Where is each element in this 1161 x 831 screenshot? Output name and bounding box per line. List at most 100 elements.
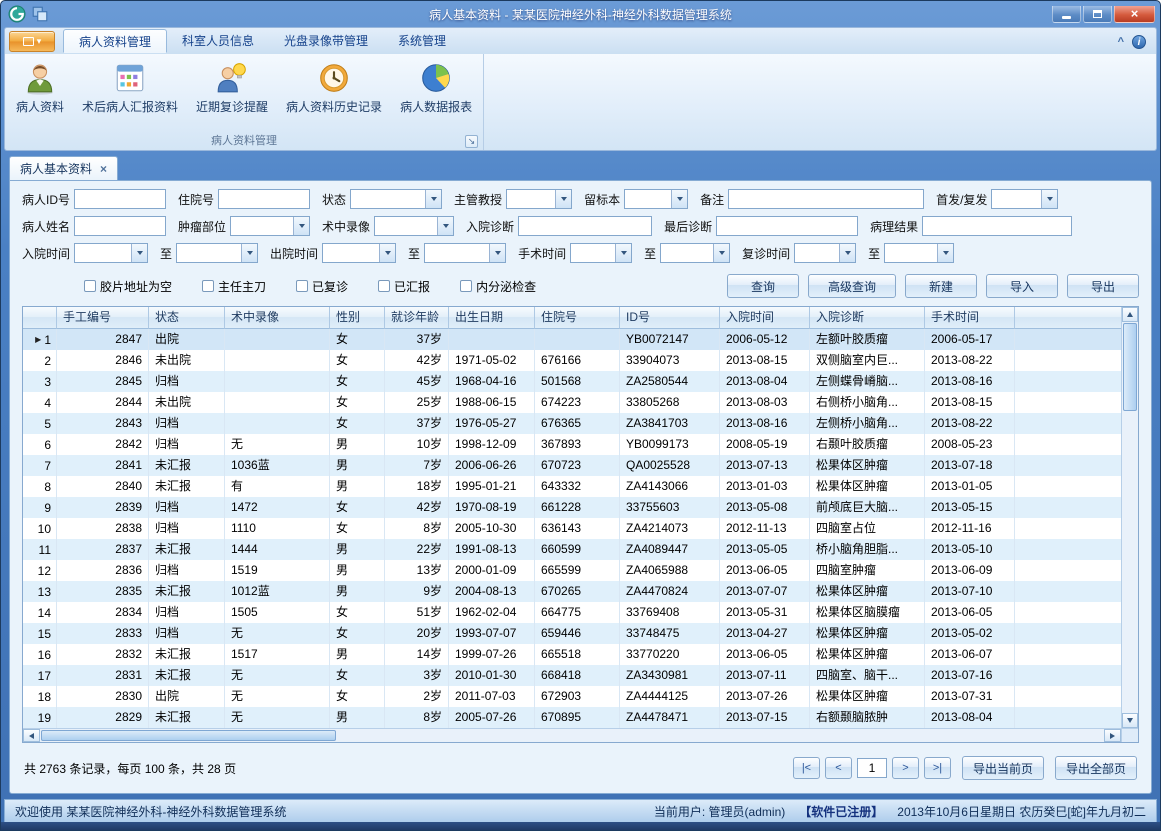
export-button[interactable]: 导出 — [1067, 274, 1139, 298]
chevron-down-icon[interactable] — [131, 244, 147, 262]
table-row[interactable]: 162832未汇报1517男14岁1999-07-266655183377022… — [23, 644, 1121, 665]
horizontal-scrollbar[interactable] — [23, 729, 1121, 742]
filter-input-remarks[interactable] — [728, 189, 924, 209]
query-button[interactable]: 查询 — [727, 274, 799, 298]
tab-department-staff[interactable]: 科室人员信息 — [167, 29, 269, 53]
filter-combo-followup-date-to[interactable] — [884, 243, 954, 263]
table-row[interactable]: 62842归档无男10岁1998-12-09367893YB0099173200… — [23, 434, 1121, 455]
filter-combo-surgery-date-to[interactable] — [660, 243, 730, 263]
column-header-intraop-video[interactable]: 术中录像 — [225, 307, 330, 329]
column-header-age-at-visit[interactable]: 就诊年龄 — [385, 307, 449, 329]
patient-report-chart-button[interactable]: 病人数据报表 — [391, 56, 481, 117]
page-number-input[interactable] — [857, 758, 887, 778]
dialog-launcher-icon[interactable]: ↘ — [465, 135, 478, 148]
maximize-button[interactable] — [1083, 6, 1112, 23]
vertical-scrollbar[interactable] — [1121, 307, 1138, 728]
column-header-manual-number[interactable]: 手工编号 — [57, 307, 149, 329]
vertical-scroll-thumb[interactable] — [1123, 323, 1137, 411]
table-row[interactable]: 132835未汇报1012蓝男9岁2004-08-13670265ZA44708… — [23, 581, 1121, 602]
table-row[interactable]: 32845归档女45岁1968-04-16501568ZA25805442013… — [23, 371, 1121, 392]
filter-input-admission-diagnosis[interactable] — [518, 216, 652, 236]
filter-combo-discharge-date-from[interactable] — [322, 243, 396, 263]
filter-input-final-diagnosis[interactable] — [716, 216, 858, 236]
chevron-down-icon[interactable] — [379, 244, 395, 262]
table-row[interactable]: 172831未汇报无女3岁2010-01-30668418ZA343098120… — [23, 665, 1121, 686]
checkbox-followed-up[interactable]: 已复诊 — [296, 278, 348, 295]
scroll-up-button[interactable] — [1122, 307, 1138, 322]
chevron-down-icon[interactable] — [615, 244, 631, 262]
column-header-admission-date[interactable]: 入院时间 — [720, 307, 810, 329]
chevron-down-icon[interactable] — [425, 190, 441, 208]
prev-page-button[interactable]: < — [825, 757, 852, 779]
filter-combo-admission-date-to[interactable] — [176, 243, 258, 263]
scroll-left-button[interactable] — [23, 729, 40, 742]
column-header-status[interactable]: 状态 — [149, 307, 225, 329]
table-row[interactable]: 122836归档1519男13岁2000-01-09665599ZA406598… — [23, 560, 1121, 581]
table-row[interactable]: 152833归档无女20岁1993-07-0765944633748475201… — [23, 623, 1121, 644]
chevron-down-icon[interactable] — [839, 244, 855, 262]
close-button[interactable]: × — [1114, 6, 1155, 23]
first-page-button[interactable]: |< — [793, 757, 820, 779]
table-row[interactable]: 82840未汇报有男18岁1995-01-21643332ZA414306620… — [23, 476, 1121, 497]
chevron-down-icon[interactable] — [437, 217, 453, 235]
filter-input-admission-number[interactable] — [218, 189, 310, 209]
tab-patient-basic-data[interactable]: 病人基本资料 × — [9, 156, 118, 180]
scroll-down-button[interactable] — [1122, 713, 1138, 728]
table-row[interactable]: 112837未汇报1444男22岁1991-08-13660599ZA40894… — [23, 539, 1121, 560]
column-header-id-number[interactable]: ID号 — [620, 307, 720, 329]
filter-input-pathology-result[interactable] — [922, 216, 1072, 236]
tab-close-icon[interactable]: × — [100, 163, 107, 175]
chevron-down-icon[interactable] — [671, 190, 687, 208]
filter-input-patient-name[interactable] — [74, 216, 166, 236]
followup-reminder-button[interactable]: 近期复诊提醒 — [187, 56, 277, 117]
patient-data-button[interactable]: 病人资料 — [7, 56, 73, 117]
minimize-button[interactable] — [1052, 6, 1081, 23]
chevron-down-icon[interactable] — [555, 190, 571, 208]
column-header-surgery-date[interactable]: 手术时间 — [925, 307, 1015, 329]
table-row[interactable]: 52843归档女37岁1976-05-27676365ZA38417032013… — [23, 413, 1121, 434]
column-header-row-indicator[interactable] — [23, 307, 57, 329]
table-row[interactable]: 142834归档1505女51岁1962-02-0466477533769408… — [23, 602, 1121, 623]
table-row[interactable]: 22846未出院女42岁1971-05-02676166339040732013… — [23, 350, 1121, 371]
filter-combo-status[interactable] — [350, 189, 442, 209]
horizontal-scroll-thumb[interactable] — [41, 730, 336, 741]
table-row[interactable]: 192829未汇报无男8岁2005-07-26670895ZA447847120… — [23, 707, 1121, 728]
export-current-page-button[interactable]: 导出当前页 — [962, 756, 1044, 780]
scroll-right-button[interactable] — [1104, 729, 1121, 742]
chevron-down-icon[interactable] — [1041, 190, 1057, 208]
column-header-gender[interactable]: 性别 — [330, 307, 385, 329]
app-logo-icon[interactable] — [8, 5, 26, 23]
filter-combo-specimen[interactable] — [624, 189, 688, 209]
postop-report-button[interactable]: 术后病人汇报资料 — [73, 56, 187, 117]
chevron-down-icon[interactable] — [241, 244, 257, 262]
filter-combo-first-or-recurrence[interactable] — [991, 189, 1058, 209]
export-all-pages-button[interactable]: 导出全部页 — [1055, 756, 1137, 780]
advanced-query-button[interactable]: 高级查询 — [808, 274, 896, 298]
checkbox-film-address-empty[interactable]: 胶片地址为空 — [84, 278, 172, 295]
checkbox-reported[interactable]: 已汇报 — [378, 278, 430, 295]
chevron-down-icon[interactable] — [713, 244, 729, 262]
tab-patient-data-management[interactable]: 病人资料管理 — [63, 29, 167, 53]
table-row[interactable]: 42844未出院女25岁1988-06-15674223338052682013… — [23, 392, 1121, 413]
quick-access-icon[interactable] — [31, 5, 49, 23]
new-button[interactable]: 新建 — [905, 274, 977, 298]
application-menu-button[interactable]: ▾ — [9, 31, 55, 52]
table-row[interactable]: 72841未汇报1036蓝男7岁2006-06-26670723QA002552… — [23, 455, 1121, 476]
checkbox-chief-surgeon[interactable]: 主任主刀 — [202, 278, 266, 295]
table-row[interactable]: 92839归档1472女42岁1970-08-19661228337556032… — [23, 497, 1121, 518]
table-row[interactable]: 102838归档1110女8岁2005-10-30636143ZA4214073… — [23, 518, 1121, 539]
tab-system-management[interactable]: 系统管理 — [383, 29, 461, 53]
import-button[interactable]: 导入 — [986, 274, 1058, 298]
chevron-down-icon[interactable] — [293, 217, 309, 235]
filter-combo-professor[interactable] — [506, 189, 572, 209]
filter-combo-followup-date-from[interactable] — [794, 243, 856, 263]
horizontal-scroll-track[interactable] — [40, 729, 1104, 742]
filter-combo-admission-date-from[interactable] — [74, 243, 148, 263]
table-row[interactable]: ▶12847出院女37岁YB00721472006-05-12左额叶胶质瘤200… — [23, 329, 1121, 350]
ribbon-collapse-icon[interactable]: ^ — [1118, 37, 1124, 48]
chevron-down-icon[interactable] — [937, 244, 953, 262]
column-header-birth-date[interactable]: 出生日期 — [449, 307, 535, 329]
filter-combo-discharge-date-to[interactable] — [424, 243, 506, 263]
table-row[interactable]: 182830出院无女2岁2011-07-03672903ZA4444125201… — [23, 686, 1121, 707]
filter-combo-surgery-date-from[interactable] — [570, 243, 632, 263]
